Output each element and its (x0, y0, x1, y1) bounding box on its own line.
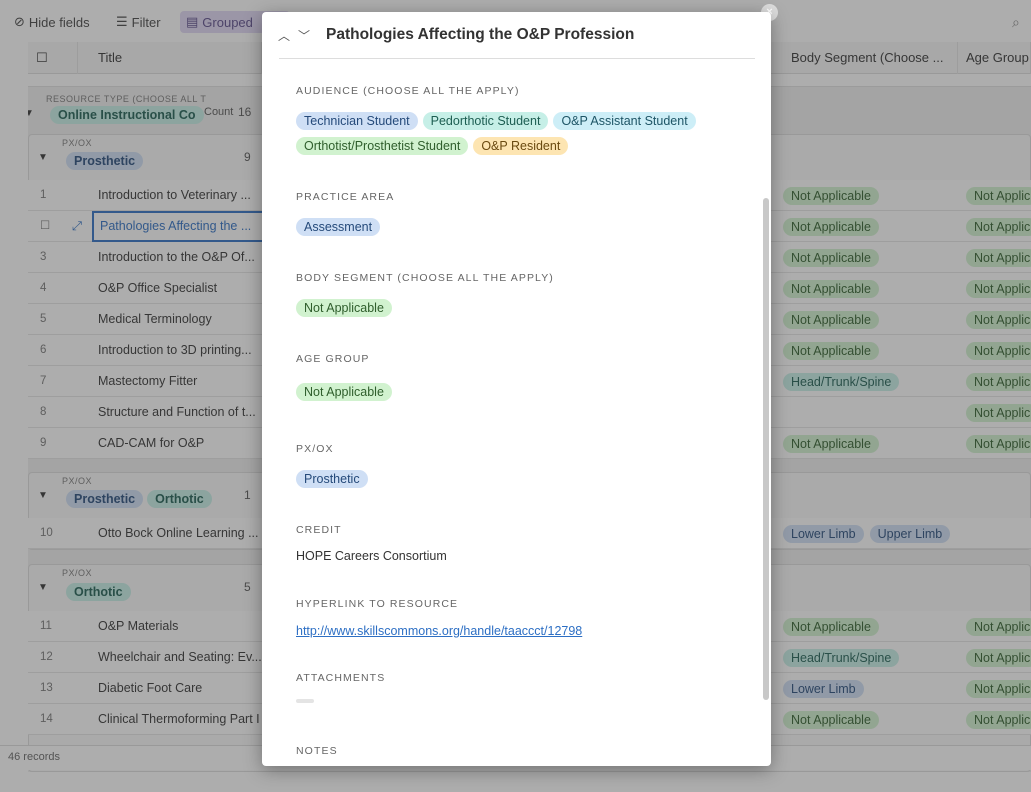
practice-area-pill: Assessment (296, 218, 381, 236)
audience-values-row2[interactable]: Orthotist/Prosthetist Student O&P Reside… (296, 137, 569, 155)
body-segment-pill: Not Applicable (296, 299, 392, 317)
credit-label: CREDIT (296, 524, 342, 536)
pxox-pill: Prosthetic (296, 470, 368, 488)
audience-pill: O&P Assistant Student (553, 112, 696, 130)
record-title: Pathologies Affecting the O&P Profession (326, 26, 635, 43)
audience-values[interactable]: Technician Student Pedorthotic Student O… (296, 112, 696, 130)
credit-value[interactable]: HOPE Careers Consortium (296, 549, 447, 563)
pxox-value[interactable]: Prosthetic (296, 470, 368, 488)
audience-pill: Orthotist/Prosthetist Student (296, 137, 469, 155)
audience-pill: Pedorthotic Student (422, 112, 549, 130)
audience-pill: O&P Resident (473, 137, 569, 155)
pxox-label: PX/OX (296, 443, 334, 455)
body-segment-label: BODY SEGMENT (CHOOSE ALL THE APPLY) (296, 272, 554, 284)
age-group-pill: Not Applicable (296, 383, 392, 401)
audience-label: AUDIENCE (CHOOSE ALL THE APPLY) (296, 85, 520, 97)
header-divider (279, 58, 755, 59)
practice-area-label: PRACTICE AREA (296, 191, 395, 203)
attachments-dropzone[interactable] (296, 699, 314, 703)
audience-pill: Technician Student (296, 112, 418, 130)
hyperlink-value[interactable]: http://www.skillscommons.org/handle/taac… (296, 624, 582, 638)
next-record-chevron-down-icon[interactable]: ﹀ (298, 27, 310, 44)
record-detail-modal: ︿ ﹀ Pathologies Affecting the O&P Profes… (262, 12, 771, 766)
practice-area-value[interactable]: Assessment (296, 218, 381, 236)
modal-header: ︿ ﹀ Pathologies Affecting the O&P Profes… (262, 12, 771, 59)
hyperlink-label: HYPERLINK TO RESOURCE (296, 598, 459, 610)
body-segment-value[interactable]: Not Applicable (296, 299, 392, 317)
previous-record-chevron-up-icon[interactable]: ︿ (278, 27, 290, 44)
age-group-label: AGE GROUP (296, 353, 370, 365)
attachments-label: ATTACHMENTS (296, 672, 386, 684)
notes-label: NOTES (296, 745, 338, 757)
age-group-value[interactable]: Not Applicable (296, 383, 392, 401)
modal-scrollbar[interactable] (763, 198, 769, 700)
